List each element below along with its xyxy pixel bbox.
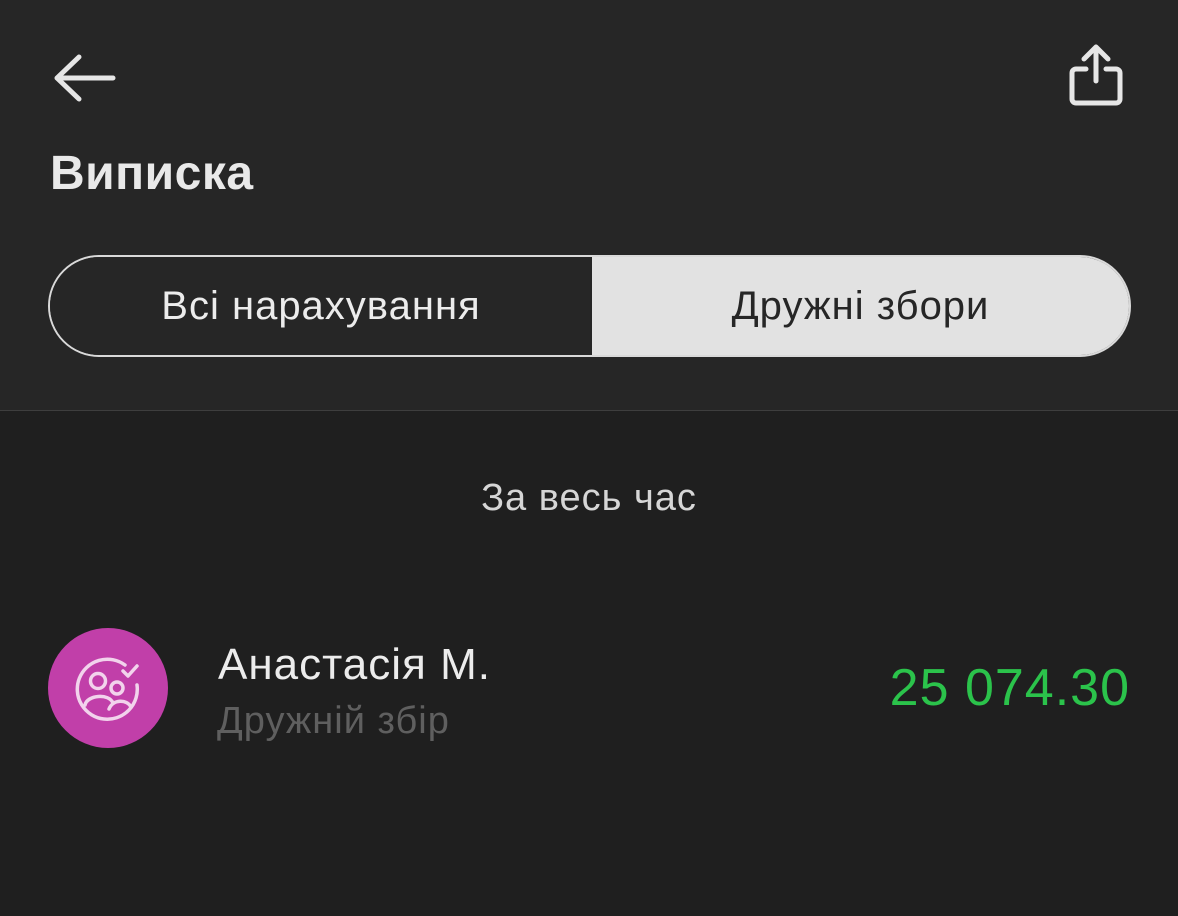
transaction-amount: 25 074.30 — [889, 659, 1130, 717]
page-title: Виписка — [50, 147, 254, 200]
share-icon — [1069, 44, 1123, 106]
tab-friendly-collections[interactable]: Дружні збори — [592, 257, 1129, 355]
tab-all-charges[interactable]: Всі нарахування — [50, 257, 592, 355]
group-check-icon — [75, 657, 140, 721]
transaction-name: Анастасія М. — [218, 640, 491, 689]
arrow-left-icon — [54, 54, 116, 102]
avatar — [48, 628, 168, 748]
share-button[interactable] — [1058, 34, 1134, 114]
header-panel: Виписка Всі нарахування Дружні збори — [0, 0, 1178, 410]
back-button[interactable] — [48, 42, 120, 114]
transaction-subtitle: Дружній збір — [217, 700, 450, 742]
transaction-row[interactable]: Анастасія М. Дружній збір 25 074.30 — [0, 610, 1178, 770]
period-label: За весь час — [481, 477, 697, 519]
divider — [0, 410, 1178, 411]
segmented-control: Всі нарахування Дружні збори — [48, 255, 1131, 357]
